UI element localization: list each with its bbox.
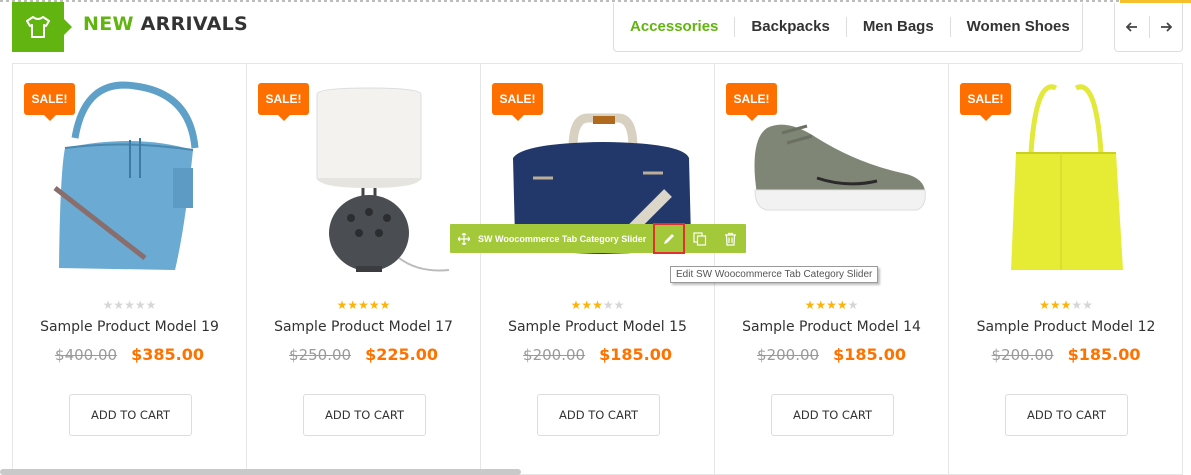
- sale-badge: SALE!: [726, 83, 777, 121]
- tab-women-shoes[interactable]: Women Shoes: [951, 17, 1086, 37]
- star-filled-icon: ★: [1039, 298, 1050, 312]
- section-title: NEW ARRIVALS: [83, 13, 248, 35]
- star-filled-icon: ★: [347, 298, 359, 312]
- sale-badge: SALE!: [24, 83, 75, 121]
- price-block: $400.00 $385.00: [13, 345, 246, 364]
- editor-toolbar: SW Woocommerce Tab Category Slider: [450, 223, 746, 254]
- product-card: SALE! ★★★★★ Sample Product Model 12 $200…: [949, 64, 1183, 474]
- price-block: $200.00 $185.00: [949, 345, 1183, 364]
- title-rest: ARRIVALS: [133, 13, 249, 35]
- star-filled-icon: ★: [826, 298, 837, 312]
- trash-icon: [724, 232, 736, 246]
- star-filled-icon: ★: [815, 298, 827, 312]
- tshirt-icon: [12, 2, 72, 52]
- tab-backpacks[interactable]: Backpacks: [735, 17, 847, 37]
- add-to-cart-button[interactable]: ADD TO CART: [771, 394, 894, 436]
- star-empty-icon: ★: [113, 298, 125, 312]
- sale-price: $225.00: [365, 345, 438, 364]
- sale-price: $385.00: [131, 345, 204, 364]
- rating-stars: ★★★★★: [949, 298, 1183, 312]
- old-price: $250.00: [289, 346, 352, 364]
- edit-tooltip: Edit SW Woocommerce Tab Category Slider: [670, 266, 879, 283]
- rating-stars: ★★★★★: [481, 298, 714, 312]
- star-filled-icon: ★: [368, 298, 380, 312]
- title-highlight: NEW: [83, 13, 134, 35]
- add-to-cart-button[interactable]: ADD TO CART: [537, 394, 660, 436]
- prev-button[interactable]: [1115, 16, 1149, 38]
- add-to-cart-button[interactable]: ADD TO CART: [69, 394, 192, 436]
- star-filled-icon: ★: [570, 298, 582, 312]
- rating-stars: ★★★★★: [715, 298, 948, 312]
- sale-badge: SALE!: [258, 83, 309, 121]
- horizontal-scrollbar[interactable]: [0, 469, 521, 475]
- rating-stars: ★★★★★: [13, 298, 246, 312]
- product-name[interactable]: Sample Product Model 17: [247, 319, 480, 335]
- star-filled-icon: ★: [1060, 298, 1072, 312]
- copy-icon: [693, 231, 707, 246]
- product-card: SALE! ★★★★★ Sample Product Model 17 $250…: [247, 64, 481, 474]
- star-empty-icon: ★: [1071, 298, 1083, 312]
- star-empty-icon: ★: [124, 298, 135, 312]
- new-arrivals-section: NEW ARRIVALS Accessories Backpacks Men B…: [0, 0, 1191, 475]
- price-block: $250.00 $225.00: [247, 345, 480, 364]
- sale-price: $185.00: [599, 345, 672, 364]
- sale-badge: SALE!: [492, 83, 543, 121]
- star-filled-icon: ★: [836, 298, 848, 312]
- old-price: $200.00: [523, 346, 586, 364]
- tab-men-bags[interactable]: Men Bags: [847, 17, 951, 37]
- star-empty-icon: ★: [602, 298, 614, 312]
- star-filled-icon: ★: [592, 298, 603, 312]
- star-filled-icon: ★: [336, 298, 348, 312]
- star-empty-icon: ★: [847, 298, 859, 312]
- sale-price: $185.00: [1067, 345, 1141, 364]
- old-price: $400.00: [55, 346, 118, 364]
- product-grid: SALE! ★★★★★ Sample Product Model 19 $400…: [12, 63, 1183, 475]
- rating-stars: ★★★★★: [247, 298, 480, 312]
- star-empty-icon: ★: [613, 298, 625, 312]
- product-name[interactable]: Sample Product Model 12: [949, 319, 1183, 335]
- star-filled-icon: ★: [358, 298, 369, 312]
- product-name[interactable]: Sample Product Model 15: [481, 319, 714, 335]
- star-filled-icon: ★: [1049, 298, 1061, 312]
- price-block: $200.00 $185.00: [481, 345, 714, 364]
- arrow-right-icon: [1160, 22, 1172, 32]
- old-price: $200.00: [991, 346, 1054, 364]
- star-empty-icon: ★: [102, 298, 114, 312]
- product-name[interactable]: Sample Product Model 14: [715, 319, 948, 335]
- price-block: $200.00 $185.00: [715, 345, 948, 364]
- add-to-cart-button[interactable]: ADD TO CART: [303, 394, 426, 436]
- top-divider: [0, 0, 1191, 2]
- pencil-icon: [664, 233, 674, 244]
- star-filled-icon: ★: [581, 298, 593, 312]
- slider-nav: [1114, 3, 1183, 52]
- star-empty-icon: ★: [1082, 298, 1093, 312]
- move-icon: [458, 232, 470, 245]
- old-price: $200.00: [757, 346, 820, 364]
- duplicate-button[interactable]: [685, 224, 715, 253]
- tab-accessories[interactable]: Accessories: [614, 17, 736, 37]
- star-empty-icon: ★: [134, 298, 146, 312]
- category-tabs: Accessories Backpacks Men Bags Women Sho…: [613, 3, 1083, 52]
- arrow-left-icon: [1125, 22, 1137, 32]
- star-empty-icon: ★: [145, 298, 157, 312]
- star-filled-icon: ★: [804, 298, 816, 312]
- product-card: SALE! ★★★★★ Sample Product Model 19 $400…: [13, 64, 247, 474]
- widget-label: SW Woocommerce Tab Category Slider: [478, 233, 647, 244]
- move-handle[interactable]: [450, 232, 478, 245]
- edit-button[interactable]: [653, 223, 685, 254]
- product-name[interactable]: Sample Product Model 19: [13, 319, 246, 335]
- next-button[interactable]: [1148, 16, 1183, 38]
- delete-button[interactable]: [715, 224, 745, 253]
- star-filled-icon: ★: [379, 298, 391, 312]
- sale-price: $185.00: [833, 345, 906, 364]
- sale-badge: SALE!: [960, 83, 1011, 121]
- add-to-cart-button[interactable]: ADD TO CART: [1005, 394, 1128, 436]
